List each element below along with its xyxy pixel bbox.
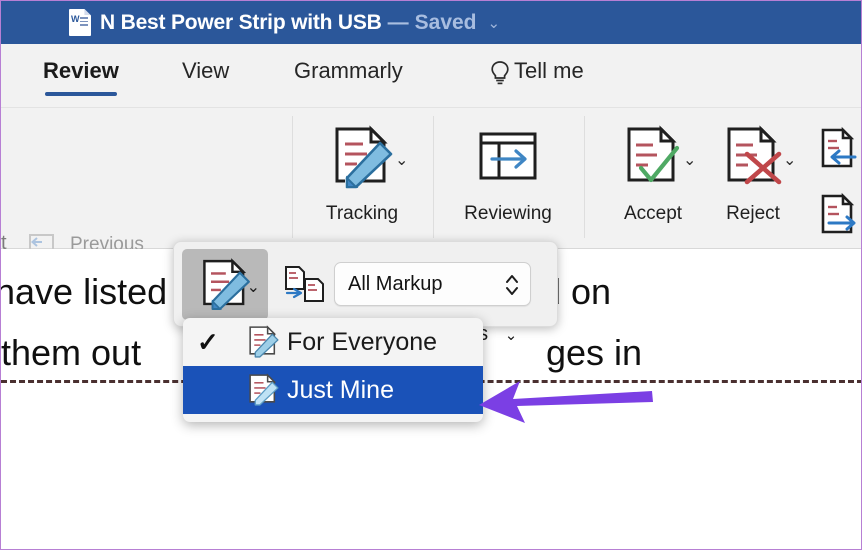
markup-view-value: All Markup bbox=[348, 272, 443, 295]
title-chevron-down-icon[interactable]: ⌄ bbox=[488, 14, 501, 32]
tab-review-label: Review bbox=[43, 58, 119, 83]
track-changes-icon bbox=[249, 373, 279, 406]
previous-change-icon bbox=[821, 126, 857, 168]
menu-item-just-mine-label: Just Mine bbox=[287, 375, 394, 404]
ribbon-divider bbox=[433, 116, 434, 238]
reviewing-label: Reviewing bbox=[464, 203, 552, 224]
accept-label: Accept bbox=[623, 203, 683, 224]
document-title: N Best Power Strip with USB bbox=[100, 10, 382, 34]
menu-item-for-everyone[interactable]: ✓ For Everyone bbox=[183, 318, 483, 366]
tracking-button[interactable]: ⌄ Tracking bbox=[313, 124, 411, 225]
track-changes-scope-menu: ✓ For Everyone Just Mine bbox=[183, 318, 483, 422]
ribbon-divider bbox=[292, 116, 293, 238]
previous-change-button[interactable] bbox=[817, 126, 859, 179]
reject-change-icon bbox=[727, 125, 782, 185]
track-changes-chevron-down-icon[interactable]: ⌄ bbox=[247, 277, 260, 297]
title-dash: — bbox=[387, 10, 409, 34]
accept-change-icon bbox=[627, 125, 680, 183]
document-text-line: ges in bbox=[546, 332, 643, 373]
menu-item-for-everyone-label: For Everyone bbox=[287, 327, 438, 356]
word-document-icon: W bbox=[69, 9, 91, 36]
reviewing-pane-button[interactable]: Reviewing bbox=[456, 124, 560, 225]
tab-view-label: View bbox=[182, 58, 230, 83]
markup-view-select[interactable]: All Markup bbox=[334, 262, 531, 306]
tab-grammarly[interactable]: Grammarly bbox=[294, 58, 403, 84]
accept-button[interactable]: ⌄ Accept bbox=[609, 124, 697, 225]
stepper-arrows-icon[interactable] bbox=[505, 271, 519, 299]
compare-documents-button[interactable] bbox=[282, 264, 328, 311]
screenshot-root: W N Best Power Strip with USB — Saved ⌄ … bbox=[0, 0, 862, 550]
track-changes-toggle[interactable]: ⌄ bbox=[182, 249, 268, 320]
tracking-popup-panel: ⌄ All Markup bbox=[173, 241, 558, 327]
reject-label: Reject bbox=[726, 203, 780, 224]
compare-documents-icon bbox=[285, 266, 324, 302]
purple-left-arrow-annotation bbox=[479, 381, 653, 423]
ribbon-tab-bar: Review View Grammarly Tell me bbox=[1, 44, 861, 108]
ribbon-divider bbox=[584, 116, 585, 238]
reviewing-pane-icon bbox=[479, 132, 537, 180]
title-bar: W N Best Power Strip with USB — Saved ⌄ bbox=[1, 1, 861, 44]
document-text-line: have listed bbox=[0, 271, 168, 312]
accept-chevron-down-icon[interactable]: ⌄ bbox=[683, 150, 696, 170]
next-change-icon bbox=[821, 192, 856, 234]
save-status: Saved bbox=[414, 10, 477, 34]
tab-tell-me[interactable]: Tell me bbox=[514, 58, 584, 84]
track-changes-icon bbox=[335, 125, 393, 189]
document-text-line: them out bbox=[1, 332, 142, 373]
ribbon-body: t Previous Next Show Comments ⌄ bbox=[1, 108, 861, 352]
reject-button[interactable]: ⌄ Reject bbox=[709, 124, 797, 225]
track-changes-icon bbox=[203, 257, 250, 310]
tab-active-underline bbox=[45, 92, 117, 96]
tab-tell-me-label: Tell me bbox=[514, 58, 584, 83]
next-change-button[interactable] bbox=[817, 192, 859, 245]
tracking-label: Tracking bbox=[325, 203, 399, 224]
checkmark-icon: ✓ bbox=[197, 326, 219, 357]
reject-chevron-down-icon[interactable]: ⌄ bbox=[783, 150, 796, 170]
tab-grammarly-label: Grammarly bbox=[294, 58, 403, 83]
tab-review[interactable]: Review bbox=[43, 58, 119, 96]
track-changes-icon bbox=[249, 325, 279, 358]
lightbulb-icon[interactable] bbox=[489, 60, 511, 86]
markup-options-chevron-down-icon: ⌄ bbox=[504, 327, 518, 344]
menu-item-just-mine[interactable]: Just Mine bbox=[183, 366, 483, 414]
tab-view[interactable]: View bbox=[182, 58, 229, 84]
tracking-chevron-down-icon[interactable]: ⌄ bbox=[395, 150, 408, 170]
